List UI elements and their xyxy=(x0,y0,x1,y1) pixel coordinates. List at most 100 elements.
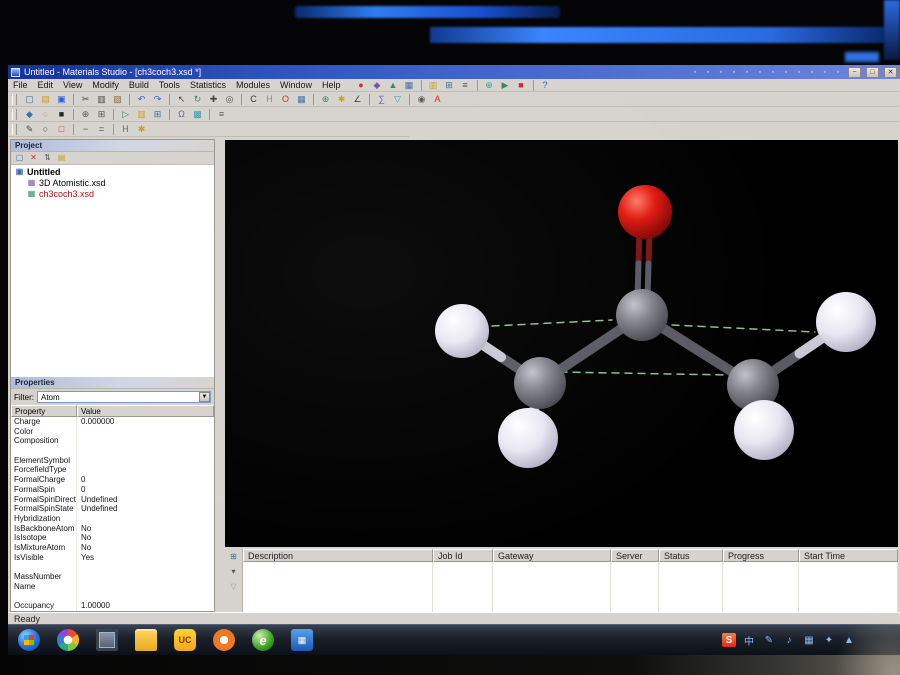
tree-item-untitled[interactable]: ▣ Untitled xyxy=(11,166,214,177)
menu-modify[interactable]: Modify xyxy=(87,79,124,91)
jobs-column-status[interactable]: Status xyxy=(659,549,723,562)
property-row[interactable]: IsVisible Yes xyxy=(11,552,214,563)
caption-tool-icon[interactable]: ▪ xyxy=(820,68,830,77)
render-polyhedra-icon[interactable]: ▲ xyxy=(386,79,401,92)
oxygen-atom[interactable] xyxy=(618,185,672,239)
menu-edit[interactable]: Edit xyxy=(33,79,59,91)
redo-icon[interactable]: ↷ xyxy=(150,93,165,106)
jobs-column-description[interactable]: Description xyxy=(243,549,433,562)
property-row[interactable]: IsBackboneAtom No xyxy=(11,523,214,534)
background-icon[interactable]: ■ xyxy=(54,108,69,121)
chart-viewer-icon[interactable]: ▥ xyxy=(134,108,149,121)
caption-tool-icon[interactable]: ▪ xyxy=(690,68,700,77)
element-oxygen-icon[interactable]: O xyxy=(278,93,293,106)
rotate-view-icon[interactable]: ↻ xyxy=(190,93,205,106)
caption-tool-icon[interactable]: ▪ xyxy=(703,68,713,77)
tree-item-3d-atomistic-xsd[interactable]: ▦ 3D Atomistic.xsd xyxy=(11,177,214,188)
script-icon[interactable]: ≡ xyxy=(458,79,473,92)
property-row[interactable]: Name xyxy=(11,581,214,592)
project-folder-icon[interactable]: ▤ xyxy=(55,153,68,164)
caption-tool-icon[interactable]: ▪ xyxy=(781,68,791,77)
property-row[interactable]: IsIsotope No xyxy=(11,533,214,543)
property-row[interactable]: FormalSpin 0 xyxy=(11,484,214,495)
sogou-input-icon[interactable]: S xyxy=(722,633,736,647)
run-job-icon[interactable]: ▶ xyxy=(498,79,513,92)
element-hydrogen-icon[interactable]: H xyxy=(262,93,277,106)
property-row[interactable]: ForcefieldType xyxy=(11,465,214,476)
minimize-energy-icon[interactable]: ▽ xyxy=(390,93,405,106)
new-icon[interactable]: ▢ xyxy=(22,93,37,106)
open-icon[interactable]: ▤ xyxy=(38,93,53,106)
green-sphere-browser-icon[interactable]: e xyxy=(252,629,274,651)
compass-browser-icon[interactable] xyxy=(213,629,235,651)
jobs-column-server[interactable]: Server xyxy=(611,549,659,562)
menu-tools[interactable]: Tools xyxy=(154,79,185,91)
project-delete-icon[interactable]: ✕ xyxy=(27,153,40,164)
project-sort-icon[interactable]: ⇅ xyxy=(41,153,54,164)
screenshot-icon[interactable]: ◉ xyxy=(414,93,429,106)
select-cursor-icon[interactable]: ↖ xyxy=(174,93,189,106)
jobs-column-job-id[interactable]: Job Id xyxy=(433,549,493,562)
menu-view[interactable]: View xyxy=(58,79,87,91)
property-row[interactable]: Color xyxy=(11,426,214,437)
sketch-atom-icon[interactable]: ✎ xyxy=(22,123,37,136)
uc-browser-icon[interactable]: UC xyxy=(174,629,196,651)
soft-keyboard-icon[interactable]: ▦ xyxy=(802,633,816,647)
caption-tool-icon[interactable]: ▪ xyxy=(768,68,778,77)
display-style-icon[interactable]: ◆ xyxy=(22,108,37,121)
hydrogen-atom[interactable] xyxy=(734,400,794,460)
value-column-header[interactable]: Value xyxy=(77,405,214,417)
chevron-down-icon[interactable]: ▼ xyxy=(199,392,210,402)
close-button[interactable]: ✕ xyxy=(884,66,897,78)
molecule-canvas[interactable] xyxy=(225,140,898,547)
periodic-table-icon[interactable]: ▦ xyxy=(294,93,309,106)
property-row[interactable]: ElementSymbol xyxy=(11,455,214,466)
pinwheel-browser-icon[interactable] xyxy=(57,629,79,651)
title-bar[interactable]: Untitled - Materials Studio - [ch3coch3.… xyxy=(8,65,900,79)
clean-structure-icon[interactable]: ✱ xyxy=(334,93,349,106)
single-bond-icon[interactable]: − xyxy=(78,123,93,136)
jobs-column-progress[interactable]: Progress xyxy=(723,549,799,562)
fit-view-icon[interactable]: ⊞ xyxy=(94,108,109,121)
carbon-atom[interactable] xyxy=(616,289,668,341)
system-window-icon[interactable] xyxy=(96,629,118,651)
table-viewer-icon[interactable]: ⊞ xyxy=(150,108,165,121)
element-carbon-icon[interactable]: C xyxy=(246,93,261,106)
hydrogen-atom[interactable] xyxy=(498,408,558,468)
property-row[interactable]: Hybridization xyxy=(11,513,214,524)
render-stick-icon[interactable]: ◆ xyxy=(370,79,385,92)
jobs-view-icon[interactable]: ⊞ xyxy=(227,551,241,563)
zoom-view-icon[interactable]: ◎ xyxy=(222,93,237,106)
save-icon[interactable]: ▣ xyxy=(54,93,69,106)
menu-build[interactable]: Build xyxy=(124,79,154,91)
center-view-icon[interactable]: ⊕ xyxy=(78,108,93,121)
jobs-menu-icon[interactable]: ▾ xyxy=(227,566,241,578)
menu-window[interactable]: Window xyxy=(275,79,317,91)
undo-icon[interactable]: ↶ xyxy=(134,93,149,106)
tree-item-ch3coch3-xsd[interactable]: ▦ ch3coch3.xsd xyxy=(11,188,214,199)
properties-panel-header[interactable]: Properties xyxy=(11,377,214,389)
menu-statistics[interactable]: Statistics xyxy=(185,79,231,91)
script-editor-icon[interactable]: ≡ xyxy=(214,108,229,121)
cut-icon[interactable]: ✂ xyxy=(78,93,93,106)
property-row[interactable] xyxy=(11,446,214,456)
mic-icon[interactable]: ♪ xyxy=(782,633,796,647)
filter-dropdown[interactable]: Atom ▼ xyxy=(37,391,211,403)
caption-tool-icon[interactable]: ▪ xyxy=(742,68,752,77)
property-column-header[interactable]: Property xyxy=(11,405,77,417)
property-row[interactable]: Occupancy 1.00000 xyxy=(11,601,214,611)
render-ball-stick-icon[interactable]: ● xyxy=(354,79,369,92)
property-row[interactable]: Composition xyxy=(11,436,214,447)
property-row[interactable]: FormalSpinState Undefined xyxy=(11,504,214,514)
property-row[interactable] xyxy=(11,562,214,572)
maximize-button[interactable]: □ xyxy=(866,66,879,78)
help-icon[interactable]: ? xyxy=(538,79,553,92)
menu-help[interactable]: Help xyxy=(317,79,346,91)
clean-icon[interactable]: ✱ xyxy=(134,123,149,136)
lang-mode-icon[interactable]: 中 xyxy=(742,633,756,648)
hydrogen-atom[interactable] xyxy=(435,304,489,358)
caption-tool-icon[interactable]: ▪ xyxy=(716,68,726,77)
paste-icon[interactable]: ▨ xyxy=(110,93,125,106)
erase-icon[interactable]: □ xyxy=(54,123,69,136)
lighting-icon[interactable]: ○ xyxy=(38,108,53,121)
